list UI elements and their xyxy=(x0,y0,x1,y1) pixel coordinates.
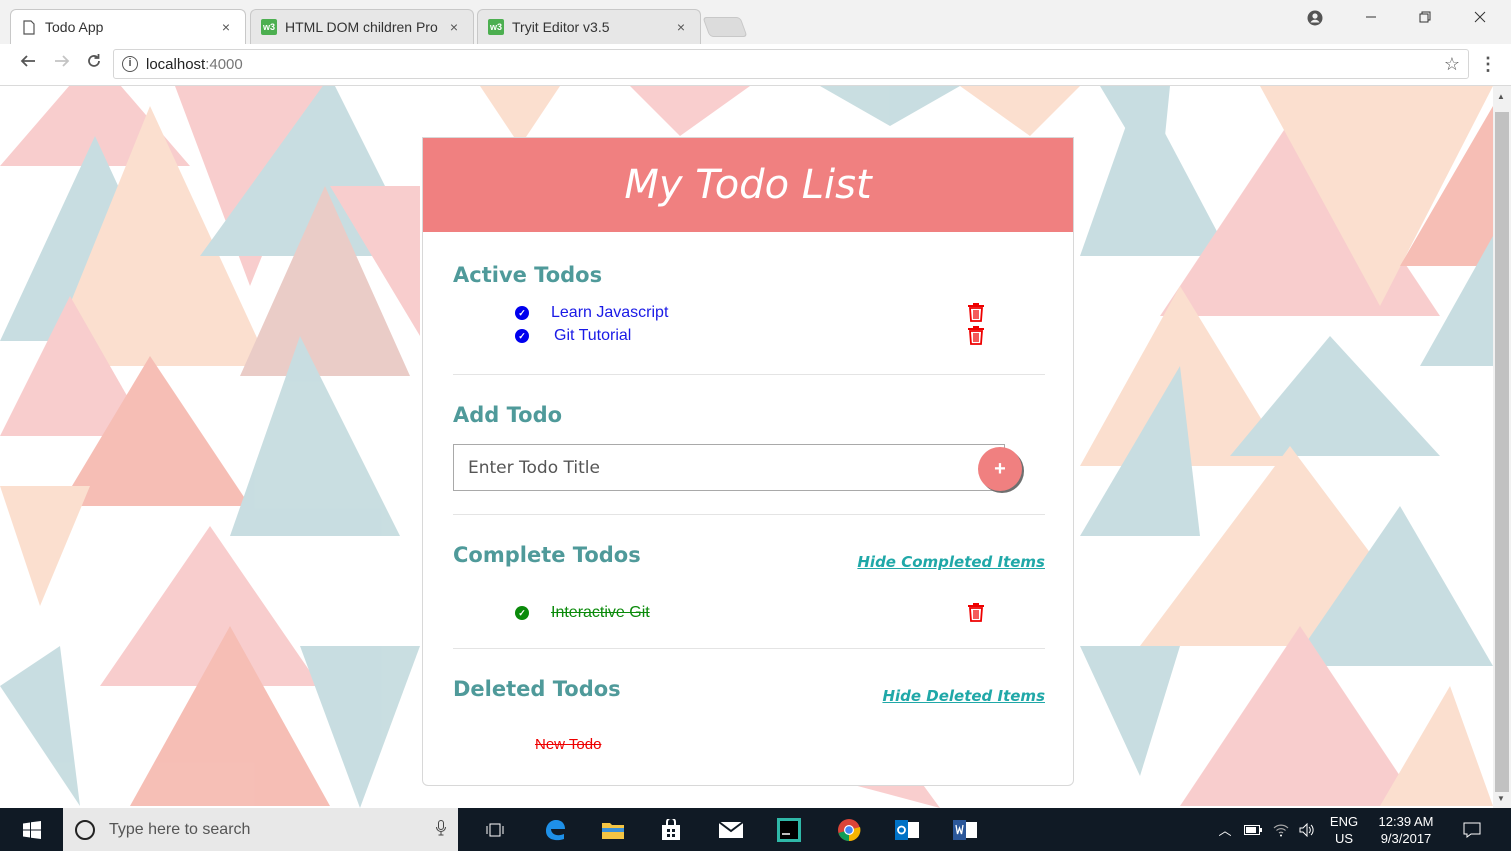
forward-arrow-icon[interactable] xyxy=(50,53,74,74)
trash-icon[interactable] xyxy=(967,602,985,627)
trash-icon[interactable] xyxy=(967,325,985,350)
complete-todos-section: Complete Todos Hide Completed Items ✓ In… xyxy=(453,543,1045,643)
page-icon xyxy=(21,19,37,35)
check-circle-icon[interactable]: ✓ xyxy=(515,329,529,343)
clock-time: 12:39 AM xyxy=(1378,814,1434,829)
active-todo-item: ✓ Learn Javascript xyxy=(515,302,985,324)
browser-tab-strip: Todo App × w3 HTML DOM children Pro × w3… xyxy=(0,0,1511,44)
scrollbar-thumb[interactable] xyxy=(1495,112,1509,792)
section-divider xyxy=(453,374,1045,375)
browser-menu-icon[interactable]: ⋮ xyxy=(1478,54,1498,75)
input-language[interactable]: ENG US xyxy=(1326,813,1362,847)
browser-toolbar: i localhost:4000 ☆ ⋮ xyxy=(0,44,1511,86)
volume-icon[interactable] xyxy=(1294,808,1320,851)
taskbar-search-placeholder: Type here to search xyxy=(109,820,251,838)
active-todo-text[interactable]: Git Tutorial xyxy=(551,327,631,345)
info-icon[interactable]: i xyxy=(122,56,138,72)
page-viewport: ▲ ▼ My Todo List Active Todos ✓ Learn Ja… xyxy=(0,86,1511,808)
todo-header: My Todo List xyxy=(423,138,1073,232)
taskbar-search-box[interactable]: Type here to search xyxy=(63,808,458,851)
w3-icon: w3 xyxy=(261,19,277,35)
show-hidden-icons-icon[interactable]: ︿ xyxy=(1212,808,1238,851)
page-scrollbar[interactable]: ▲ ▼ xyxy=(1493,86,1511,808)
store-icon[interactable] xyxy=(648,808,694,851)
cortana-icon xyxy=(75,819,95,840)
tab-todo-app[interactable]: Todo App × xyxy=(10,9,246,44)
edge-browser-icon[interactable] xyxy=(532,808,578,851)
section-divider xyxy=(453,514,1045,515)
w3-icon: w3 xyxy=(488,19,504,35)
check-circle-icon[interactable]: ✓ xyxy=(515,606,529,620)
address-port: :4000 xyxy=(205,55,243,73)
tab-close-icon[interactable]: × xyxy=(445,19,463,35)
task-view-icon[interactable] xyxy=(472,808,518,851)
minimize-icon[interactable] xyxy=(1356,10,1386,28)
trash-icon[interactable] xyxy=(967,302,985,327)
clock-date: 9/3/2017 xyxy=(1380,831,1432,846)
add-todo-heading: Add Todo xyxy=(453,403,563,427)
microphone-icon[interactable] xyxy=(436,820,446,840)
back-arrow-icon[interactable] xyxy=(16,53,40,74)
add-todo-form: + xyxy=(453,444,1045,494)
new-tab-button[interactable] xyxy=(702,17,748,37)
todo-card: My Todo List Active Todos ✓ Learn Javasc… xyxy=(422,137,1074,786)
check-circle-icon[interactable]: ✓ xyxy=(515,306,529,320)
scroll-up-arrow-icon[interactable]: ▲ xyxy=(1497,92,1505,101)
hide-completed-link[interactable]: Hide Completed Items xyxy=(857,553,1045,571)
active-todos-section: Active Todos ✓ Learn Javascript ✓ Git Tu… xyxy=(453,263,1045,383)
clock[interactable]: 12:39 AM 9/3/2017 xyxy=(1366,813,1446,847)
active-todo-item: ✓ Git Tutorial xyxy=(515,325,985,347)
wifi-icon[interactable] xyxy=(1268,808,1294,851)
tab-tryit-editor[interactable]: w3 Tryit Editor v3.5 × xyxy=(477,9,701,44)
address-bar[interactable]: i localhost:4000 ☆ xyxy=(113,49,1469,79)
tab-close-icon[interactable]: × xyxy=(217,19,235,35)
deleted-todo-text[interactable]: New Todo xyxy=(535,736,601,753)
app-title: My Todo List xyxy=(624,162,872,208)
section-divider xyxy=(453,648,1045,649)
tab-title: HTML DOM children Pro xyxy=(285,19,438,35)
tab-title: Todo App xyxy=(45,19,104,35)
hide-deleted-link[interactable]: Hide Deleted Items xyxy=(882,687,1045,705)
language-code: ENG xyxy=(1329,814,1359,829)
windows-start-icon[interactable] xyxy=(0,808,63,851)
profile-icon[interactable] xyxy=(1300,10,1330,31)
address-host: localhost xyxy=(146,55,206,73)
restore-icon[interactable] xyxy=(1410,10,1440,28)
tab-title: Tryit Editor v3.5 xyxy=(512,19,610,35)
active-todo-text[interactable]: Learn Javascript xyxy=(551,304,668,322)
todo-title-input[interactable] xyxy=(453,444,1005,491)
battery-icon[interactable] xyxy=(1240,808,1266,851)
tab-html-dom-children[interactable]: w3 HTML DOM children Pro × xyxy=(250,9,474,44)
tab-close-icon[interactable]: × xyxy=(672,19,690,35)
add-todo-button[interactable]: + xyxy=(978,447,1022,491)
add-todo-section: Add Todo + xyxy=(453,403,1045,513)
scroll-down-arrow-icon[interactable]: ▼ xyxy=(1497,794,1505,803)
mail-icon[interactable] xyxy=(708,808,754,851)
active-todos-heading: Active Todos xyxy=(453,263,603,287)
outlook-icon[interactable] xyxy=(884,808,930,851)
action-center-icon[interactable] xyxy=(1452,808,1492,851)
reload-icon[interactable] xyxy=(82,53,106,74)
deleted-todo-item: New Todo xyxy=(535,733,1005,755)
region-code: US xyxy=(1334,831,1354,846)
deleted-todos-section: Deleted Todos Hide Deleted Items New Tod… xyxy=(453,677,1045,777)
bookmark-star-icon[interactable]: ☆ xyxy=(1444,54,1460,75)
chrome-icon[interactable] xyxy=(826,808,872,851)
file-explorer-icon[interactable] xyxy=(590,808,636,851)
complete-todo-item: ✓ Interactive Git xyxy=(515,602,985,624)
windows-taskbar: Type here to search ︿ ENG US 12:39 AM 9/… xyxy=(0,808,1511,851)
webstorm-icon[interactable] xyxy=(766,808,812,851)
close-window-icon[interactable] xyxy=(1465,10,1495,28)
word-icon[interactable] xyxy=(942,808,988,851)
complete-todo-text[interactable]: Interactive Git xyxy=(551,604,650,622)
